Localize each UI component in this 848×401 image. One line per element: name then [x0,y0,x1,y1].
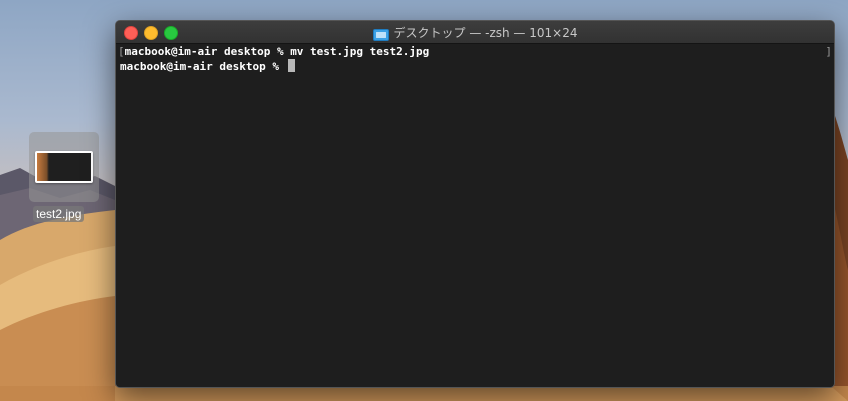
window-titlebar[interactable]: デスクトップ — -zsh — 101×24 [116,21,834,44]
terminal-command-line: macbook@im-air desktop % mv test.jpg tes… [124,45,430,58]
terminal-line: macbook@im-air desktop % [120,59,295,73]
terminal-line: [macbook@im-air desktop % mv test.jpg te… [118,45,429,59]
window-title: デスクトップ — -zsh — 101×24 [393,25,578,40]
terminal-prompt-line: macbook@im-air desktop % [120,60,286,73]
terminal-window[interactable]: デスクトップ — -zsh — 101×24 [macbook@im-air d… [115,20,835,388]
desktop-file-label[interactable]: test2.jpg [33,206,85,222]
desktop-file-icon[interactable] [29,132,99,202]
line-marker: [ [118,45,125,58]
window-title-group: デスクトップ — -zsh — 101×24 [116,21,834,43]
terminal-content[interactable]: [macbook@im-air desktop % mv test.jpg te… [116,44,834,387]
jpg-thumbnail-icon [35,151,93,183]
text-cursor [287,59,295,72]
folder-icon [372,26,389,41]
line-marker-right: ] [825,45,832,58]
